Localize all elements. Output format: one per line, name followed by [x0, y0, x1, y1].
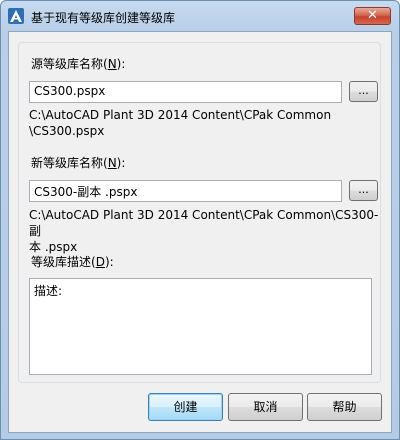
cancel-button[interactable]: 取消: [228, 393, 303, 421]
create-button[interactable]: 创建: [148, 393, 223, 421]
settings-group: 源等级库名称(N): CS300.pspx ... C:\AutoCAD Pla…: [18, 42, 381, 383]
dialog-client-area: 源等级库名称(N): CS300.pspx ... C:\AutoCAD Pla…: [8, 31, 392, 433]
target-browse-button[interactable]: ...: [349, 180, 378, 201]
source-path-line1: C:\AutoCAD Plant 3D 2014 Content\CPak Co…: [29, 108, 332, 122]
dialog-window: 基于现有等级库创建等级库 ✕ 源等级库名称(N): CS300.pspx ...…: [0, 0, 400, 440]
source-name-label: 源等级库名称(N):: [31, 57, 126, 71]
target-name-label: 新等级库名称(N):: [31, 156, 126, 170]
target-path-line1: C:\AutoCAD Plant 3D 2014 Content\CPak Co…: [29, 208, 379, 238]
source-name-input[interactable]: CS300.pspx: [29, 81, 342, 103]
title-bar[interactable]: 基于现有等级库创建等级库 ✕: [1, 1, 399, 31]
window-title: 基于现有等级库创建等级库: [31, 11, 176, 25]
close-button[interactable]: ✕: [354, 7, 391, 25]
source-path-line2: \CS300.pspx: [29, 124, 105, 138]
target-name-input[interactable]: CS300-副本 .pspx: [29, 180, 342, 202]
autocad-app-icon: [8, 8, 24, 24]
description-label: 等级库描述(D):: [31, 255, 114, 269]
description-textarea[interactable]: 描述:: [29, 278, 372, 375]
close-icon: ✕: [367, 8, 378, 23]
target-path-text: C:\AutoCAD Plant 3D 2014 Content\CPak Co…: [29, 207, 380, 255]
source-browse-button[interactable]: ...: [349, 81, 378, 102]
source-path-text: C:\AutoCAD Plant 3D 2014 Content\CPak Co…: [29, 107, 331, 139]
help-button[interactable]: 帮助: [307, 393, 382, 421]
